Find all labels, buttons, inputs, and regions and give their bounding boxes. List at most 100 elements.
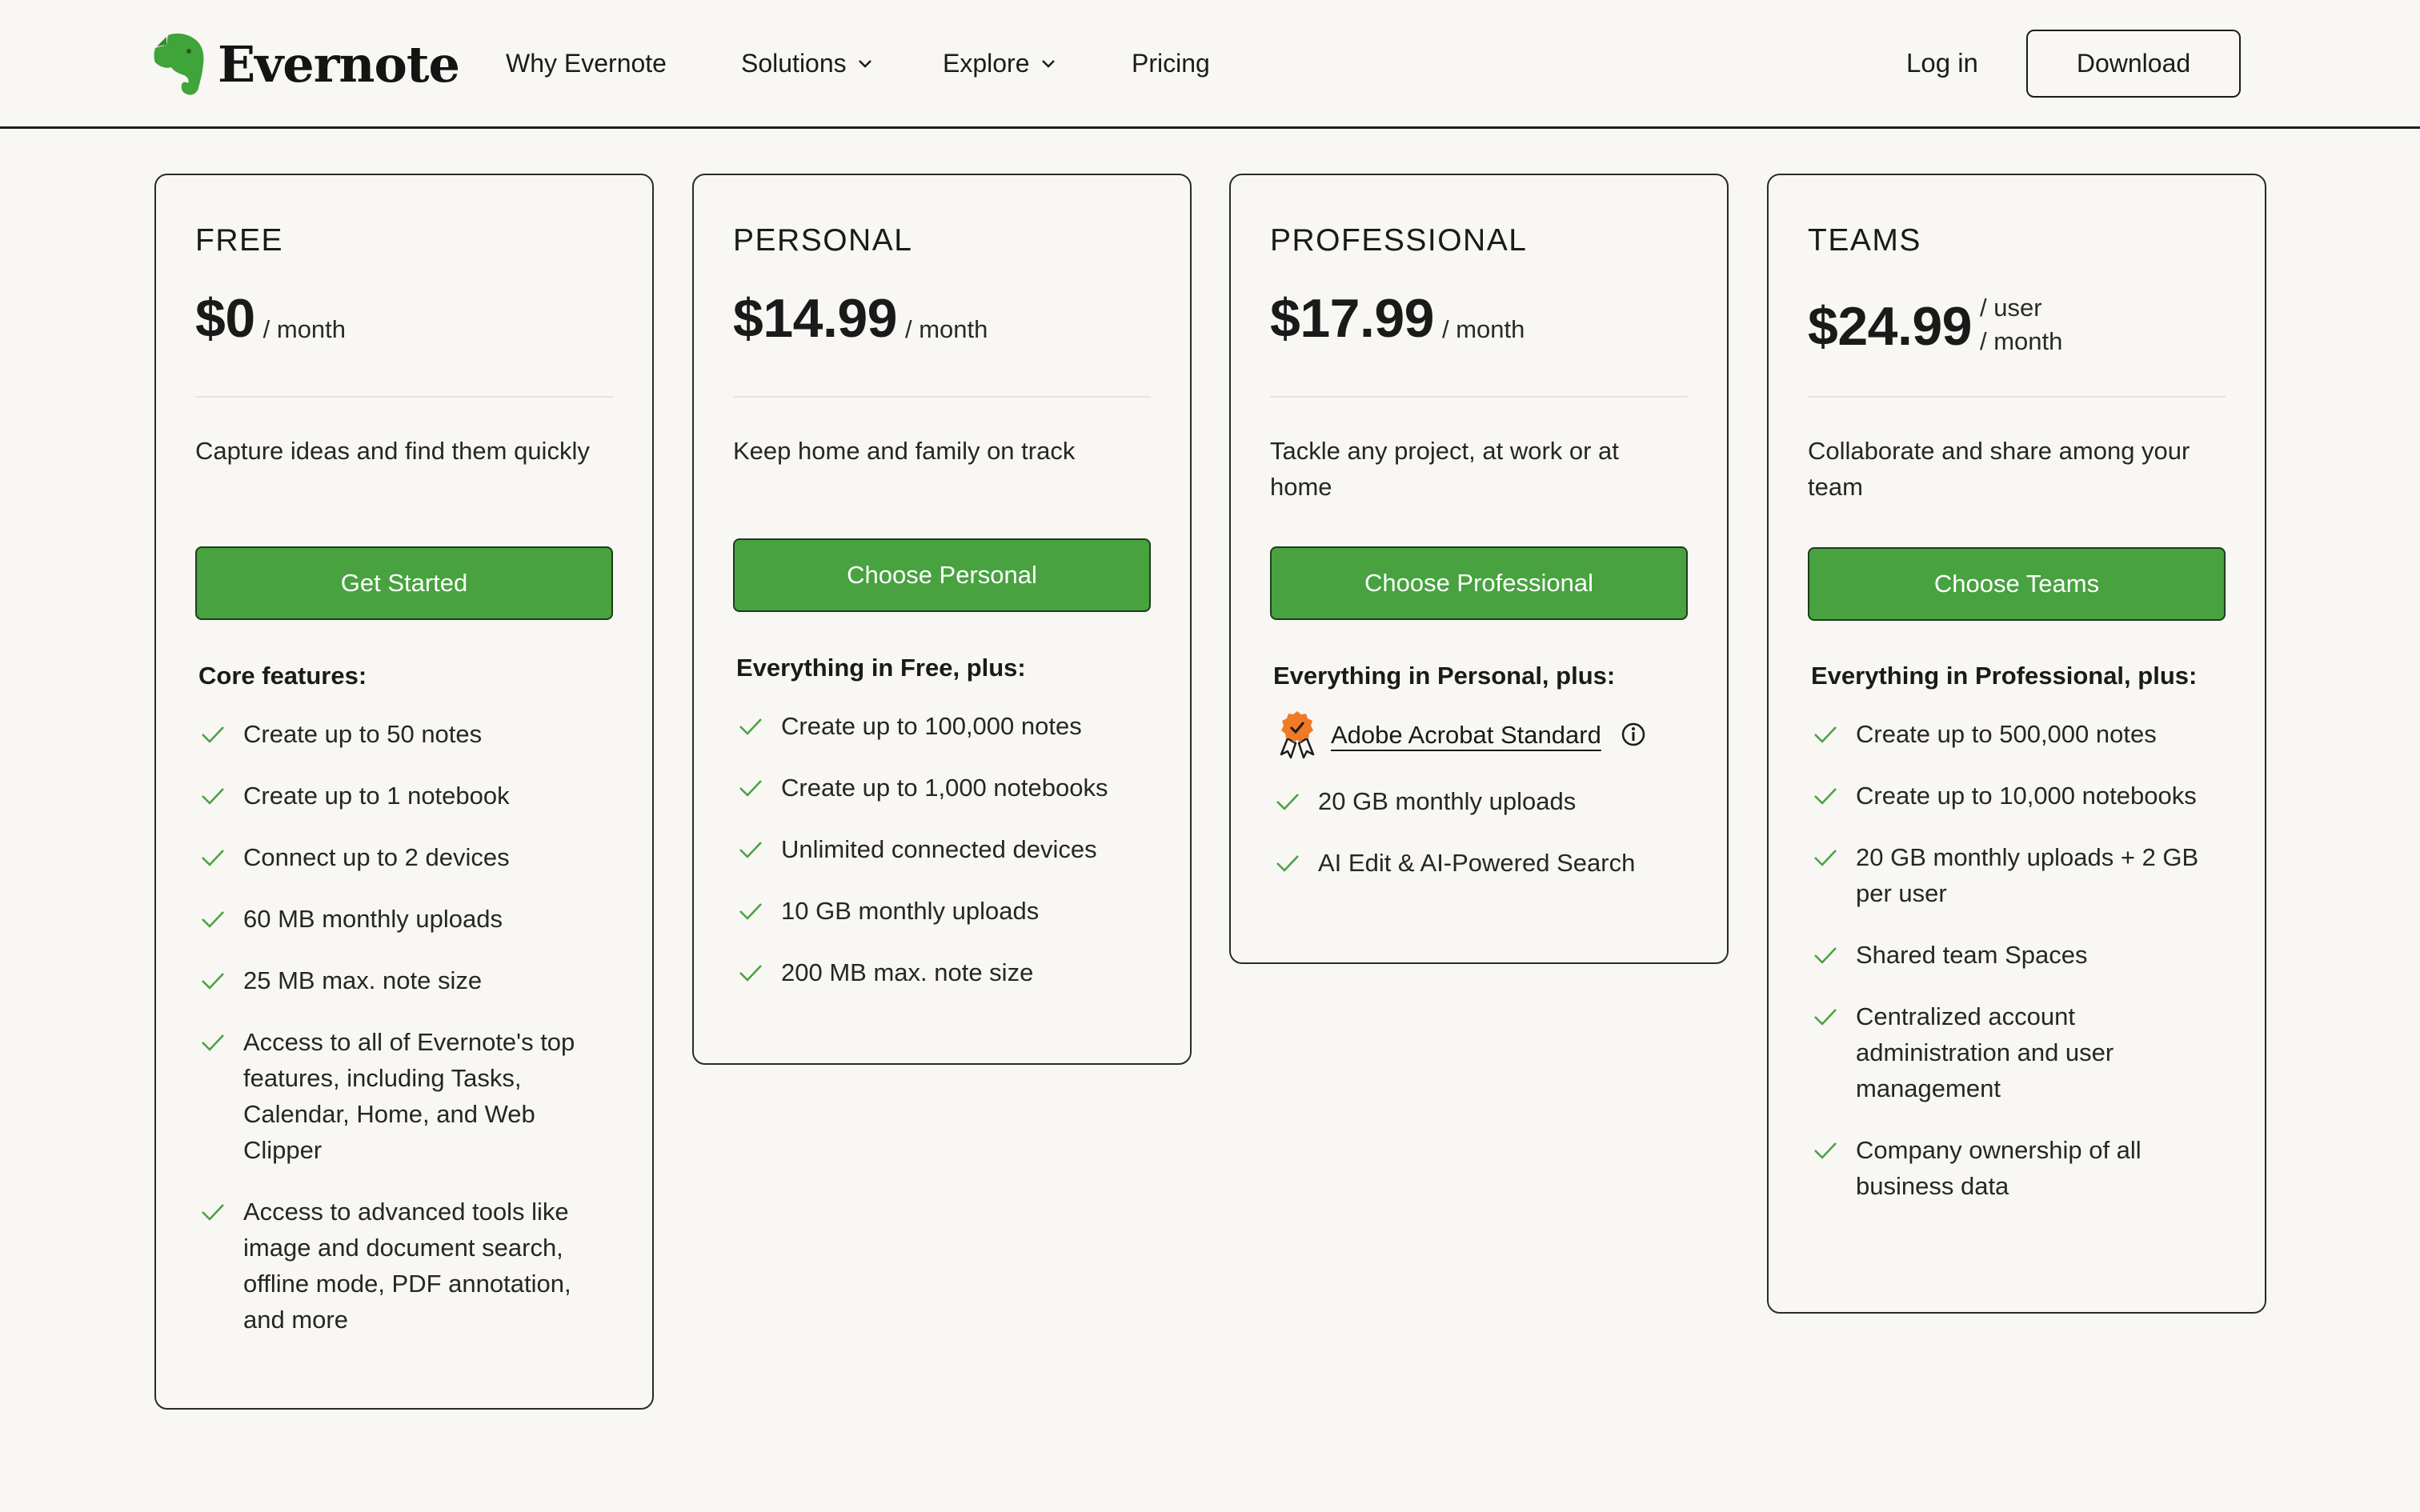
feature-text: Centralized account administration and u… xyxy=(1856,1002,2114,1102)
feature-list: Create up to 50 notes Create up to 1 not… xyxy=(198,716,613,1363)
plan-card-free: FREE $0 / month Capture ideas and find t… xyxy=(154,174,654,1410)
list-item: 200 MB max. note size xyxy=(736,954,1151,990)
feature-text: Create up to 10,000 notebooks xyxy=(1856,782,2197,810)
chevron-down-icon xyxy=(858,60,871,68)
check-icon xyxy=(202,1034,224,1051)
list-item: Create up to 100,000 notes xyxy=(736,708,1151,744)
check-icon xyxy=(202,788,224,805)
plan-card-teams: TEAMS $24.99 / user / month Collaborate … xyxy=(1767,174,2266,1314)
get-started-button[interactable]: Get Started xyxy=(195,546,613,620)
choose-teams-button[interactable]: Choose Teams xyxy=(1808,547,2226,621)
evernote-logo[interactable]: Evernote xyxy=(152,30,460,98)
login-link[interactable]: Log in xyxy=(1906,45,1978,82)
check-icon xyxy=(202,726,224,743)
plan-tagline: Keep home and family on track xyxy=(733,437,1076,465)
check-icon xyxy=(1276,855,1299,872)
plan-tagline: Collaborate and share among your team xyxy=(1808,437,2190,501)
list-item: 10 GB monthly uploads xyxy=(736,893,1151,929)
feature-text: Create up to 1 notebook xyxy=(243,782,510,810)
feature-text: 60 MB monthly uploads xyxy=(243,905,503,933)
list-item: Access to all of Evernote's top features… xyxy=(198,1024,613,1168)
feature-list: Create up to 100,000 notes Create up to … xyxy=(736,708,1151,1016)
feature-text: Shared team Spaces xyxy=(1856,941,2088,969)
feature-text: 20 GB monthly uploads xyxy=(1318,787,1577,815)
list-item: 20 GB monthly uploads + 2 GB per user xyxy=(1811,839,2226,911)
check-icon xyxy=(202,973,224,990)
check-icon xyxy=(739,903,762,920)
list-item: Company ownership of all business data xyxy=(1811,1132,2226,1204)
site-header: Evernote Why Evernote Solutions Explore … xyxy=(0,0,2420,129)
choose-personal-button[interactable]: Choose Personal xyxy=(733,538,1151,612)
plan-period: / month xyxy=(1441,315,1525,343)
plan-card-professional: PROFESSIONAL $17.99 / month Tackle any p… xyxy=(1229,174,1729,964)
nav-explore-label: Explore xyxy=(943,48,1030,78)
check-icon xyxy=(1814,850,1837,866)
nav-explore-dropdown[interactable]: Explore xyxy=(943,45,1057,82)
feature-text: Company ownership of all business data xyxy=(1856,1136,2142,1200)
check-icon xyxy=(1814,947,1837,964)
list-item: Create up to 50 notes xyxy=(198,716,613,752)
list-item: Create up to 1,000 notebooks xyxy=(736,770,1151,806)
feature-text: 10 GB monthly uploads xyxy=(781,897,1040,925)
divider xyxy=(1270,396,1688,398)
download-button[interactable]: Download xyxy=(2026,30,2241,98)
feature-text: 20 GB monthly uploads + 2 GB per user xyxy=(1856,843,2199,907)
price-row: $24.99 / user / month xyxy=(1808,291,2062,357)
feature-text: Access to advanced tools like image and … xyxy=(243,1198,571,1334)
divider xyxy=(195,396,613,398)
plan-name: FREE xyxy=(195,223,284,258)
brand-name: Evernote xyxy=(218,34,460,94)
price-row: $17.99 / month xyxy=(1270,291,1525,346)
choose-professional-button[interactable]: Choose Professional xyxy=(1270,546,1688,620)
list-item: 25 MB max. note size xyxy=(198,962,613,998)
list-item-adobe-acrobat: Adobe Acrobat Standard xyxy=(1273,710,1688,759)
nav-pricing-label: Pricing xyxy=(1132,48,1210,78)
list-item: AI Edit & AI-Powered Search xyxy=(1273,845,1688,881)
adobe-acrobat-link[interactable]: Adobe Acrobat Standard xyxy=(1331,717,1601,753)
list-item: Create up to 10,000 notebooks xyxy=(1811,778,2226,814)
feature-text: Create up to 500,000 notes xyxy=(1856,720,2157,748)
feature-list: Adobe Acrobat Standard 20 GB monthly upl… xyxy=(1273,710,1688,906)
info-icon[interactable] xyxy=(1621,722,1646,747)
nav-why-evernote-label: Why Evernote xyxy=(506,48,667,78)
list-item: Create up to 1 notebook xyxy=(198,778,613,814)
features-title: Everything in Professional, plus: xyxy=(1811,662,2198,690)
feature-text: 200 MB max. note size xyxy=(781,958,1034,986)
plan-name: TEAMS xyxy=(1808,223,1921,258)
check-icon xyxy=(202,850,224,866)
list-item: Centralized account administration and u… xyxy=(1811,998,2226,1106)
list-item: 20 GB monthly uploads xyxy=(1273,783,1688,819)
plan-tagline: Tackle any project, at work or at home xyxy=(1270,437,1619,501)
plan-period: / user / month xyxy=(1980,291,2062,358)
check-icon xyxy=(739,718,762,735)
feature-text: 25 MB max. note size xyxy=(243,966,483,994)
plan-card-personal: PERSONAL $14.99 / month Keep home and fa… xyxy=(692,174,1192,1065)
list-item: Create up to 500,000 notes xyxy=(1811,716,2226,752)
check-icon xyxy=(1814,1142,1837,1159)
nav-solutions-dropdown[interactable]: Solutions xyxy=(741,45,874,82)
plan-price: $0 xyxy=(195,288,255,349)
feature-text: AI Edit & AI-Powered Search xyxy=(1318,849,1636,877)
check-icon xyxy=(1814,726,1837,743)
plan-name: PERSONAL xyxy=(733,223,913,258)
feature-text: Create up to 50 notes xyxy=(243,720,483,748)
evernote-elephant-icon xyxy=(154,33,204,95)
list-item: Connect up to 2 devices xyxy=(198,839,613,875)
plan-period: / month xyxy=(904,315,988,343)
plan-price: $24.99 xyxy=(1808,296,1972,357)
feature-text: Unlimited connected devices xyxy=(781,835,1097,863)
features-title: Everything in Free, plus: xyxy=(736,654,1026,682)
nav-pricing[interactable]: Pricing xyxy=(1132,45,1210,82)
plan-price: $14.99 xyxy=(733,288,897,349)
plan-period-user: / user xyxy=(1979,294,2042,322)
divider xyxy=(1808,396,2226,398)
list-item: 60 MB monthly uploads xyxy=(198,901,613,937)
nav-why-evernote[interactable]: Why Evernote xyxy=(506,45,667,82)
plan-period-month: / month xyxy=(1979,327,2063,355)
feature-text: Connect up to 2 devices xyxy=(243,843,510,871)
divider xyxy=(733,396,1151,398)
plan-period: / month xyxy=(262,315,347,343)
list-item: Access to advanced tools like image and … xyxy=(198,1194,613,1338)
check-icon xyxy=(202,911,224,928)
price-row: $14.99 / month xyxy=(733,291,988,346)
